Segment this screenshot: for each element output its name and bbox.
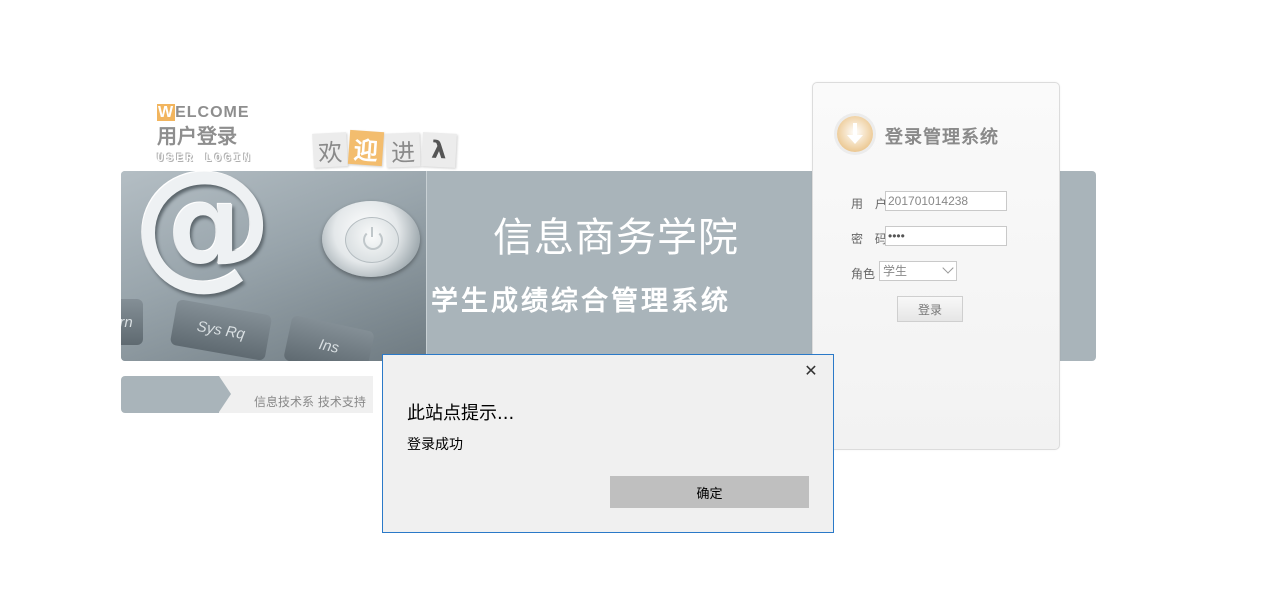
- welcome-initial: W: [157, 104, 176, 121]
- welcome-tile: λ: [421, 132, 457, 168]
- welcome-header: WELCOME 用户登录 USER LOGIN: [157, 104, 253, 166]
- welcome-tile: 欢: [312, 132, 348, 168]
- login-button[interactable]: 登录: [897, 296, 963, 322]
- download-arrow-icon: [837, 116, 873, 152]
- welcome-tile: 进: [385, 132, 421, 168]
- keyboard-key: rn: [121, 299, 143, 345]
- dialog-title: 此站点提示...: [407, 403, 515, 424]
- user-login-title: 用户登录: [157, 124, 237, 148]
- keyboard-key: Ins: [283, 314, 375, 361]
- welcome-rest: ELCOME: [175, 104, 250, 121]
- password-input[interactable]: ••••: [885, 226, 1007, 246]
- support-ribbon: 信息技术系 技术支持: [121, 376, 373, 413]
- banner-photo: rn Sys Rq Ins @: [121, 171, 427, 361]
- login-title: 登录管理系统: [885, 127, 999, 148]
- chevron-down-icon: [942, 262, 954, 274]
- keyboard-key-label: Sys Rq: [195, 317, 247, 343]
- keyboard-key-label: rn: [121, 313, 133, 331]
- dialog-message: 登录成功: [407, 437, 463, 453]
- power-button-icon: [322, 201, 420, 277]
- close-icon[interactable]: ✕: [801, 361, 821, 381]
- ribbon-arrow-icon: [219, 376, 231, 412]
- role-select[interactable]: 学生: [879, 261, 957, 281]
- keyboard-key: Sys Rq: [169, 299, 273, 361]
- welcome-english: WELCOME: [157, 104, 253, 122]
- role-label: 角色: [851, 267, 876, 281]
- school-name: 信息商务学院: [493, 215, 739, 261]
- system-name: 学生成绩综合管理系统: [431, 286, 731, 317]
- role-select-value: 学生: [883, 264, 908, 278]
- ok-button[interactable]: 确定: [610, 476, 809, 508]
- keyboard-key-label: Ins: [317, 335, 341, 357]
- user-login-english: USER LOGIN: [157, 153, 254, 165]
- alert-dialog: ✕ 此站点提示... 登录成功 确定: [382, 354, 834, 533]
- login-panel: 登录管理系统 用 户 201701014238 密 码 •••• 角色 学生 登…: [812, 82, 1060, 450]
- username-input[interactable]: 201701014238: [885, 191, 1007, 211]
- at-sign-icon: @: [133, 171, 273, 304]
- support-text: 信息技术系 技术支持: [254, 395, 366, 409]
- welcome-tile: 迎: [347, 129, 385, 167]
